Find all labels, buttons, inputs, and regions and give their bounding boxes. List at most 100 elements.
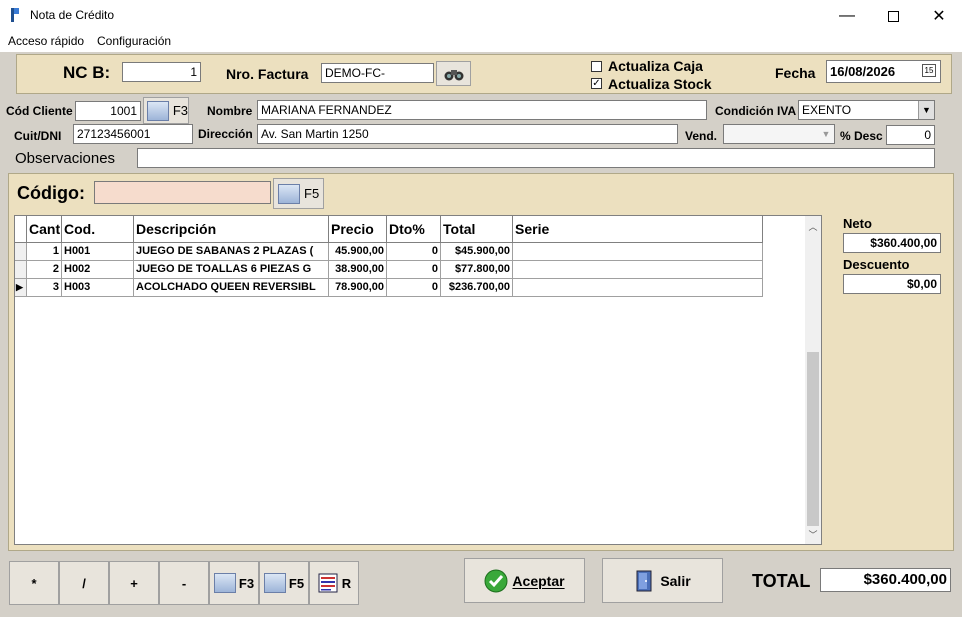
- search-product-icon: [278, 183, 300, 204]
- calendar-icon[interactable]: 15: [922, 64, 936, 77]
- col-precio[interactable]: Precio: [329, 216, 387, 243]
- title-bar: [0, 0, 962, 32]
- f5-button[interactable]: F5: [259, 561, 309, 605]
- f3-button[interactable]: F3: [209, 561, 259, 605]
- items-grid[interactable]: Cant Cod. Descripción Precio Dto% Total …: [14, 215, 822, 545]
- cell-cant[interactable]: 1: [27, 243, 62, 261]
- nc-label: NC B:: [63, 63, 111, 82]
- keypad-minus-button[interactable]: -: [159, 561, 209, 605]
- binoculars-search-button[interactable]: [436, 61, 471, 86]
- scroll-up-icon[interactable]: ︿: [806, 220, 820, 233]
- cell-cod[interactable]: H003: [62, 279, 134, 297]
- desc-label: % Desc: [840, 129, 883, 143]
- row-selector[interactable]: [15, 261, 27, 279]
- cod-cliente-input[interactable]: 1001: [75, 101, 141, 121]
- nombre-label: Nombre: [207, 104, 253, 118]
- cell-serie[interactable]: [513, 261, 763, 279]
- cell-serie[interactable]: [513, 279, 763, 297]
- factura-input[interactable]: DEMO-FC-: [321, 63, 434, 83]
- maximize-button[interactable]: [870, 0, 916, 32]
- actualiza-caja-checkbox[interactable]: [591, 61, 602, 72]
- cuit-label: Cuit/DNI: [14, 129, 62, 143]
- direccion-input[interactable]: Av. San Martin 1250: [257, 124, 678, 144]
- buscar-producto-button[interactable]: F5: [273, 178, 324, 209]
- close-button[interactable]: ✕: [916, 0, 962, 32]
- codigo-label: Código:: [17, 183, 85, 203]
- cell-total[interactable]: $236.700,00: [441, 279, 513, 297]
- cell-total[interactable]: $45.900,00: [441, 243, 513, 261]
- col-serie[interactable]: Serie: [513, 216, 763, 243]
- cell-precio[interactable]: 45.900,00: [329, 243, 387, 261]
- cell-descripcion[interactable]: ACOLCHADO QUEEN REVERSIBL: [134, 279, 329, 297]
- neto-label: Neto: [843, 216, 872, 231]
- cell-cant[interactable]: 3: [27, 279, 62, 297]
- actualiza-stock-label: Actualiza Stock: [608, 76, 712, 92]
- total-value: $360.400,00: [820, 568, 951, 592]
- r-button-label: R: [341, 575, 352, 591]
- f3-label: F3: [172, 103, 188, 118]
- cell-cant[interactable]: 2: [27, 261, 62, 279]
- cell-serie[interactable]: [513, 243, 763, 261]
- condicion-iva-select[interactable]: EXENTO: [798, 100, 935, 120]
- cell-total[interactable]: $77.800,00: [441, 261, 513, 279]
- minimize-button[interactable]: —: [824, 0, 870, 32]
- f5-button-label: F5: [288, 575, 305, 591]
- total-label: TOTAL: [752, 571, 811, 591]
- cell-dto[interactable]: 0: [387, 261, 441, 279]
- scrollbar-thumb[interactable]: [807, 352, 819, 526]
- col-total[interactable]: Total: [441, 216, 513, 243]
- nc-number-input[interactable]: 1: [122, 62, 201, 82]
- observaciones-label: Observaciones: [15, 150, 116, 167]
- row-selector[interactable]: [15, 243, 27, 261]
- cod-cliente-label: Cód Cliente: [6, 104, 73, 118]
- aceptar-label: Aceptar: [512, 572, 565, 589]
- f3-button-label: F3: [238, 575, 255, 591]
- col-descripcion[interactable]: Descripción: [134, 216, 329, 243]
- window-title: Nota de Crédito: [30, 8, 115, 22]
- neto-value: $360.400,00: [843, 233, 941, 253]
- descuento-value: $0,00: [843, 274, 941, 294]
- menu-configuracion[interactable]: Configuración: [97, 34, 171, 48]
- factura-label: Nro. Factura: [226, 66, 309, 82]
- col-cant[interactable]: Cant: [27, 216, 62, 243]
- exit-door-icon: [636, 570, 652, 591]
- report-icon: [318, 573, 338, 593]
- col-dto[interactable]: Dto%: [387, 216, 441, 243]
- vendedor-chevron-icon[interactable]: ▼: [818, 125, 834, 143]
- cuit-input[interactable]: 27123456001: [73, 124, 193, 144]
- current-row-indicator-icon[interactable]: ▶: [15, 279, 27, 297]
- nombre-input[interactable]: MARIANA FERNANDEZ: [257, 100, 707, 120]
- cell-descripcion[interactable]: JUEGO DE TOALLAS 6 PIEZAS G: [134, 261, 329, 279]
- f5-label: F5: [304, 186, 320, 201]
- keypad-multiply-button[interactable]: *: [9, 561, 59, 605]
- keypad-plus-button[interactable]: +: [109, 561, 159, 605]
- desc-input[interactable]: 0: [886, 125, 935, 145]
- scroll-down-icon[interactable]: ﹀: [806, 528, 820, 541]
- cell-precio[interactable]: 78.900,00: [329, 279, 387, 297]
- salir-label: Salir: [660, 572, 691, 589]
- report-button[interactable]: R: [309, 561, 359, 605]
- direccion-label: Dirección: [198, 127, 253, 141]
- cell-dto[interactable]: 0: [387, 243, 441, 261]
- codigo-input[interactable]: [94, 181, 271, 204]
- app-icon: [11, 8, 19, 22]
- salir-button[interactable]: Salir: [602, 558, 723, 603]
- observaciones-input[interactable]: [137, 148, 935, 168]
- search-client-icon: [147, 100, 169, 121]
- actualiza-stock-checkbox[interactable]: ✓: [591, 78, 602, 89]
- menu-acceso-rapido[interactable]: Acceso rápido: [8, 34, 84, 48]
- cell-dto[interactable]: 0: [387, 279, 441, 297]
- cell-descripcion[interactable]: JUEGO DE SABANAS 2 PLAZAS (: [134, 243, 329, 261]
- cell-precio[interactable]: 38.900,00: [329, 261, 387, 279]
- fecha-label: Fecha: [775, 65, 816, 81]
- check-icon: [484, 569, 508, 592]
- actualiza-caja-label: Actualiza Caja: [608, 58, 703, 74]
- col-cod[interactable]: Cod.: [62, 216, 134, 243]
- buscar-cliente-button[interactable]: F3: [143, 97, 189, 124]
- cell-cod[interactable]: H002: [62, 261, 134, 279]
- chevron-down-icon[interactable]: ▼: [918, 101, 934, 119]
- cell-cod[interactable]: H001: [62, 243, 134, 261]
- aceptar-button[interactable]: Aceptar: [464, 558, 585, 603]
- condicion-iva-label: Condición IVA: [715, 104, 797, 118]
- keypad-divide-button[interactable]: /: [59, 561, 109, 605]
